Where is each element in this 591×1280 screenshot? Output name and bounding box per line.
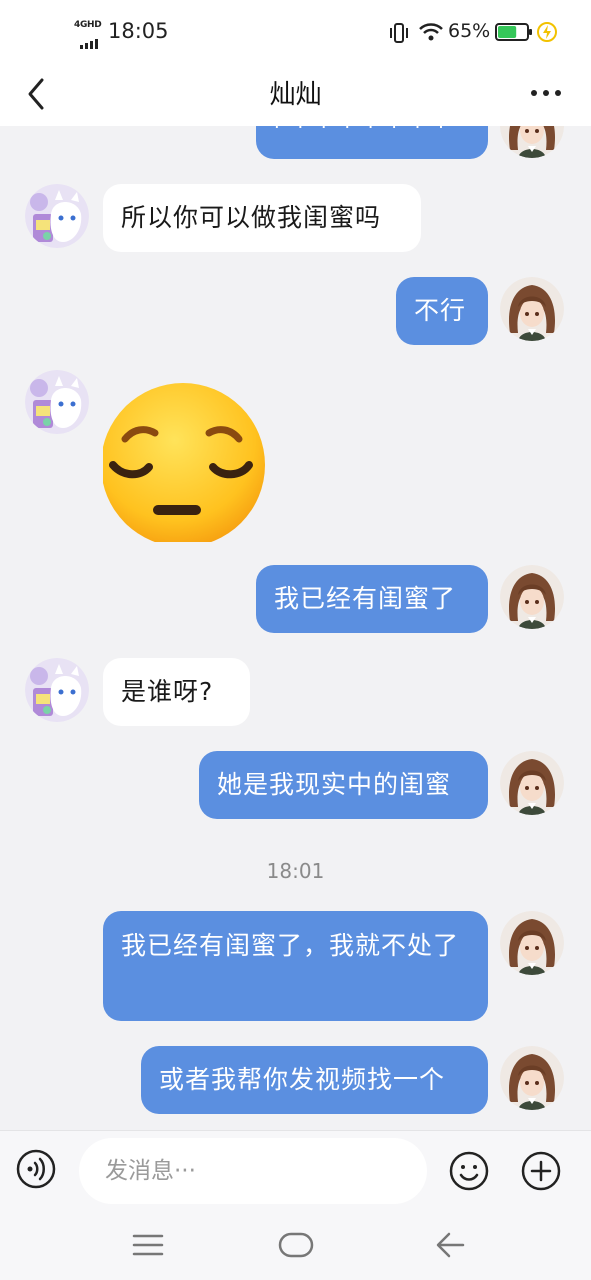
message-bubble-outgoing[interactable]: 不行 (396, 277, 488, 345)
network-type: 4GHD (74, 20, 102, 30)
message-bubble-outgoing[interactable]: 或者我帮你发视频找一个 (141, 1046, 488, 1114)
wifi-icon (419, 23, 443, 41)
page-title: 灿灿 (269, 80, 322, 110)
chat-messages[interactable]: · · · · · · · · 所以你可以做我闺蜜吗 不行 我已经有闺蜜了 是谁… (0, 126, 591, 1130)
my-avatar[interactable] (500, 277, 564, 341)
system-nav-bar (0, 1210, 591, 1280)
friend-avatar[interactable] (25, 370, 89, 434)
chat-header: 灿灿 (0, 64, 591, 126)
my-avatar[interactable] (500, 565, 564, 629)
message-bubble-incoming[interactable]: 是谁呀? (103, 658, 250, 726)
friend-avatar[interactable] (25, 184, 89, 248)
my-avatar[interactable] (500, 126, 564, 158)
friend-avatar[interactable] (25, 658, 89, 722)
vibrate-icon (390, 23, 408, 43)
message-input-bar (0, 1130, 591, 1210)
battery-icon (495, 23, 532, 41)
home-icon[interactable] (278, 1230, 314, 1260)
message-input[interactable] (79, 1138, 427, 1204)
message-bubble-outgoing[interactable]: 她是我现实中的闺蜜 (199, 751, 488, 819)
menu-icon[interactable] (132, 1232, 164, 1258)
plus-icon[interactable] (520, 1150, 562, 1192)
emoji-icon[interactable] (448, 1150, 490, 1192)
back-icon[interactable] (435, 1230, 467, 1260)
message-bubble-incoming[interactable]: 所以你可以做我闺蜜吗 (103, 184, 421, 252)
message-bubble-outgoing[interactable]: 我已经有闺蜜了，我就不处了 (103, 911, 488, 1021)
status-bar: 4GHD 18:05 65% (0, 0, 591, 64)
message-timestamp: 18:01 (266, 859, 325, 883)
battery-percent: 65% (448, 20, 491, 42)
signal-icon: 4GHD (74, 20, 104, 49)
more-icon[interactable] (526, 78, 566, 108)
voice-icon[interactable] (16, 1149, 56, 1189)
status-time: 18:05 (108, 19, 169, 43)
message-bubble-outgoing[interactable]: 我已经有闺蜜了 (256, 565, 488, 633)
my-avatar[interactable] (500, 911, 564, 975)
charging-icon (537, 22, 557, 42)
pensive-face-emoji[interactable] (103, 377, 265, 542)
message-bubble-outgoing[interactable]: · · · · · · · · (256, 126, 488, 159)
my-avatar[interactable] (500, 751, 564, 815)
my-avatar[interactable] (500, 1046, 564, 1110)
